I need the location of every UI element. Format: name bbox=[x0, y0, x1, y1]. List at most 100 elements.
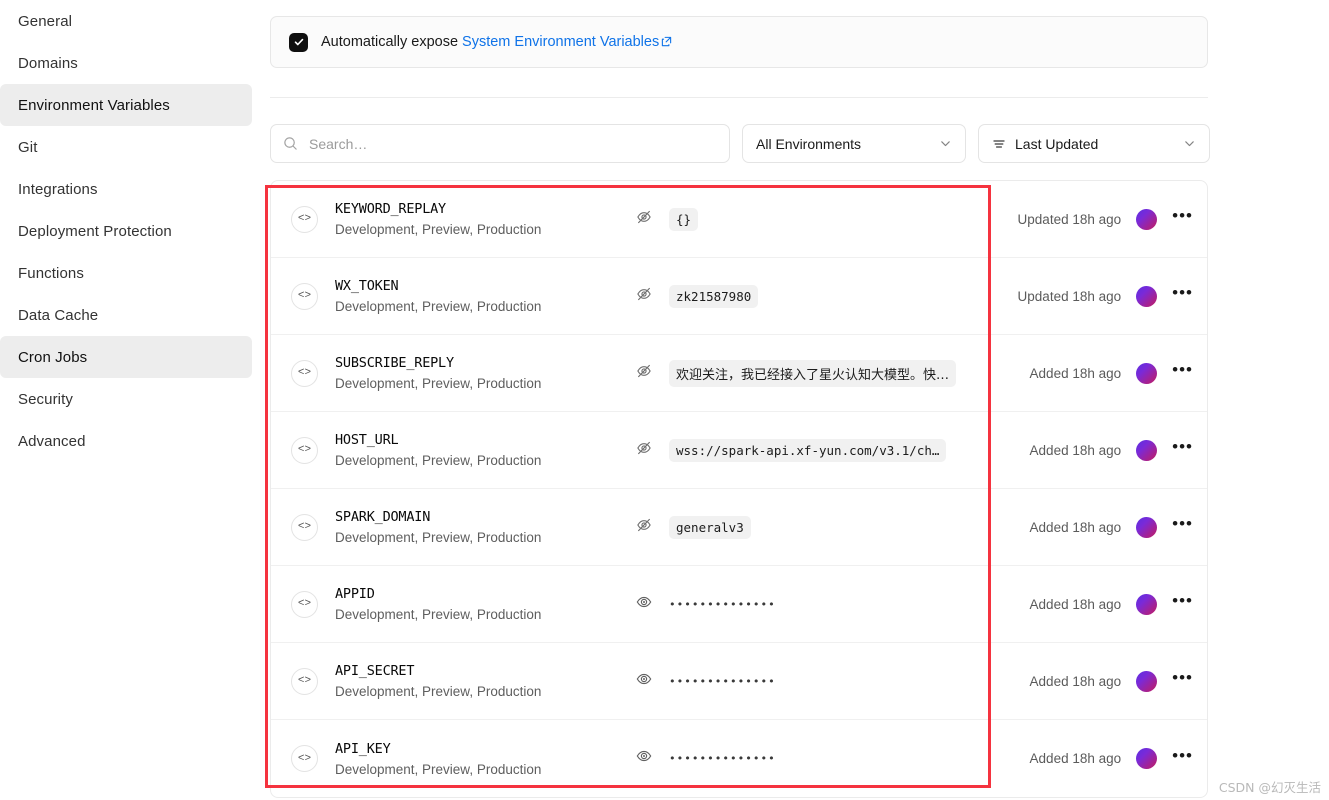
table-row[interactable]: <> WX_TOKEN Development, Preview, Producti… bbox=[271, 258, 1207, 335]
external-link-icon[interactable] bbox=[661, 35, 672, 51]
eye-off-icon[interactable] bbox=[635, 516, 653, 534]
more-horizontal-icon[interactable]: ••• bbox=[1172, 284, 1193, 303]
auto-expose-checkbox[interactable] bbox=[289, 32, 308, 52]
eye-off-icon[interactable] bbox=[635, 439, 653, 457]
sidebar-item-functions[interactable]: Functions bbox=[0, 252, 252, 294]
more-horizontal-icon[interactable]: ••• bbox=[1172, 747, 1193, 766]
eye-icon[interactable] bbox=[635, 593, 653, 611]
avatar bbox=[1136, 285, 1158, 307]
toggle-visibility-eye-off[interactable] bbox=[635, 362, 653, 385]
sidebar-item-label: Git bbox=[18, 138, 38, 156]
variable-value-chip: {} bbox=[669, 207, 699, 231]
variable-value-cell: {} bbox=[635, 207, 995, 231]
variable-meta-cell: Updated 18h ago ••• bbox=[995, 207, 1207, 230]
settings-sidebar: General Domains Environment Variables Git In… bbox=[0, 0, 252, 800]
table-row[interactable]: <> SPARK_DOMAIN Development, Preview, Prod… bbox=[271, 489, 1207, 566]
variable-meta-cell: Added 18h ago ••• bbox=[995, 747, 1207, 769]
toggle-visibility-eye-off[interactable] bbox=[635, 208, 653, 231]
variable-meta-cell: Added 18h ago ••• bbox=[995, 669, 1207, 692]
search-placeholder: Search… bbox=[309, 135, 368, 152]
toggle-visibility-eye[interactable] bbox=[635, 593, 653, 616]
sidebar-item-environment-variables[interactable]: Environment Variables bbox=[0, 84, 252, 126]
variable-environments: Development, Preview, Production bbox=[335, 453, 542, 468]
variable-key-cell: API_KEY Development, Preview, Production bbox=[335, 741, 635, 777]
eye-icon[interactable] bbox=[635, 670, 653, 688]
code-brackets-icon: <> bbox=[291, 359, 318, 387]
sidebar-item-git[interactable]: Git bbox=[0, 126, 252, 168]
chevron-down-icon bbox=[1185, 141, 1194, 147]
variable-meta-cell: Added 18h ago ••• bbox=[995, 361, 1207, 384]
table-row[interactable]: <> SUBSCRIBE_REPLY Development, Preview, P… bbox=[271, 335, 1207, 412]
variable-value-cell: wss://spark-api.xf-yun.com/v3.1/ch… bbox=[635, 438, 995, 462]
table-row[interactable]: <> KEYWORD_REPLAY Development, Preview, Pr… bbox=[271, 181, 1207, 258]
code-brackets-icon: <> bbox=[291, 436, 318, 464]
section-divider bbox=[270, 97, 1208, 98]
auto-expose-prefix: Automatically expose bbox=[321, 33, 463, 50]
sidebar-item-data-cache[interactable]: Data Cache bbox=[0, 294, 252, 336]
sidebar-item-deployment-protection[interactable]: Deployment Protection bbox=[0, 210, 252, 252]
more-horizontal-icon[interactable]: ••• bbox=[1172, 207, 1193, 226]
eye-icon[interactable] bbox=[635, 747, 653, 765]
environment-filter-value: All Environments bbox=[756, 135, 862, 152]
search-input[interactable]: Search… bbox=[270, 124, 730, 163]
toggle-visibility-eye[interactable] bbox=[635, 747, 653, 770]
variable-value-cell: •••••••••••••• bbox=[635, 670, 995, 693]
sidebar-item-label: Security bbox=[18, 390, 73, 408]
toggle-visibility-eye-off[interactable] bbox=[635, 285, 653, 308]
code-brackets-icon: <> bbox=[291, 282, 318, 310]
variable-environments: Development, Preview, Production bbox=[335, 607, 542, 622]
variable-key-cell: API_SECRET Development, Preview, Producti… bbox=[335, 663, 635, 699]
more-horizontal-icon[interactable]: ••• bbox=[1172, 592, 1193, 611]
toggle-visibility-eye-off[interactable] bbox=[635, 516, 653, 539]
variable-key-cell: APPID Development, Preview, Production bbox=[335, 586, 635, 622]
environment-filter-select[interactable]: All Environments bbox=[742, 124, 966, 163]
more-horizontal-icon[interactable]: ••• bbox=[1172, 438, 1193, 457]
chevron-down-icon bbox=[941, 141, 950, 147]
variable-name: API_KEY bbox=[335, 740, 391, 757]
table-row[interactable]: <> HOST_URL Development, Preview, Producti… bbox=[271, 412, 1207, 489]
variable-value-chip: generalv3 bbox=[669, 515, 751, 539]
sidebar-item-label: Deployment Protection bbox=[18, 222, 172, 240]
variable-value-cell: •••••••••••••• bbox=[635, 747, 995, 770]
sidebar-item-domains[interactable]: Domains bbox=[0, 42, 252, 84]
table-row[interactable]: <> APPID Development, Preview, Production •… bbox=[271, 566, 1207, 643]
sidebar-item-label: Data Cache bbox=[18, 306, 99, 324]
system-env-link[interactable]: System Environment Variables bbox=[462, 34, 659, 50]
more-horizontal-icon[interactable]: ••• bbox=[1172, 515, 1193, 534]
avatar bbox=[1136, 362, 1158, 384]
sidebar-item-advanced[interactable]: Advanced bbox=[0, 420, 252, 462]
variable-environments: Development, Preview, Production bbox=[335, 222, 542, 237]
sidebar-item-general[interactable]: General bbox=[0, 0, 252, 42]
sidebar-item-label: Cron Jobs bbox=[18, 348, 88, 366]
variable-value-cell: •••••••••••••• bbox=[635, 593, 995, 616]
sort-lines-icon bbox=[993, 139, 1005, 148]
eye-off-icon[interactable] bbox=[635, 285, 653, 303]
variable-timestamp: Added 18h ago bbox=[1029, 365, 1122, 381]
variable-value-cell: generalv3 bbox=[635, 515, 995, 539]
sidebar-item-label: Integrations bbox=[18, 180, 98, 198]
eye-off-icon[interactable] bbox=[635, 362, 653, 380]
sort-filter-select[interactable]: Last Updated bbox=[978, 124, 1210, 163]
variable-timestamp: Added 18h ago bbox=[1029, 596, 1122, 612]
table-row[interactable]: <> API_KEY Development, Preview, Productio… bbox=[271, 720, 1207, 797]
sidebar-item-cron-jobs[interactable]: Cron Jobs bbox=[0, 336, 252, 378]
toggle-visibility-eye-off[interactable] bbox=[635, 439, 653, 462]
code-brackets-icon: <> bbox=[291, 205, 318, 233]
variable-value-cell: 欢迎关注，我已经接入了星火认知大模型。快… bbox=[635, 359, 995, 387]
avatar bbox=[1136, 670, 1158, 692]
code-brackets-icon: <> bbox=[291, 667, 318, 695]
toggle-visibility-eye[interactable] bbox=[635, 670, 653, 693]
variable-value-masked: •••••••••••••• bbox=[669, 752, 776, 765]
variable-environments: Development, Preview, Production bbox=[335, 684, 542, 699]
table-row[interactable]: <> API_SECRET Development, Preview, Produc… bbox=[271, 643, 1207, 720]
eye-off-icon[interactable] bbox=[635, 208, 653, 226]
watermark: CSDN @幻灭生活 bbox=[1218, 780, 1321, 795]
auto-expose-label: Automatically expose System Environment … bbox=[321, 34, 672, 51]
sidebar-item-security[interactable]: Security bbox=[0, 378, 252, 420]
avatar bbox=[1136, 593, 1158, 615]
search-icon bbox=[284, 137, 297, 150]
sidebar-item-integrations[interactable]: Integrations bbox=[0, 168, 252, 210]
more-horizontal-icon[interactable]: ••• bbox=[1172, 361, 1193, 380]
more-horizontal-icon[interactable]: ••• bbox=[1172, 669, 1193, 688]
variable-timestamp: Added 18h ago bbox=[1029, 519, 1122, 535]
